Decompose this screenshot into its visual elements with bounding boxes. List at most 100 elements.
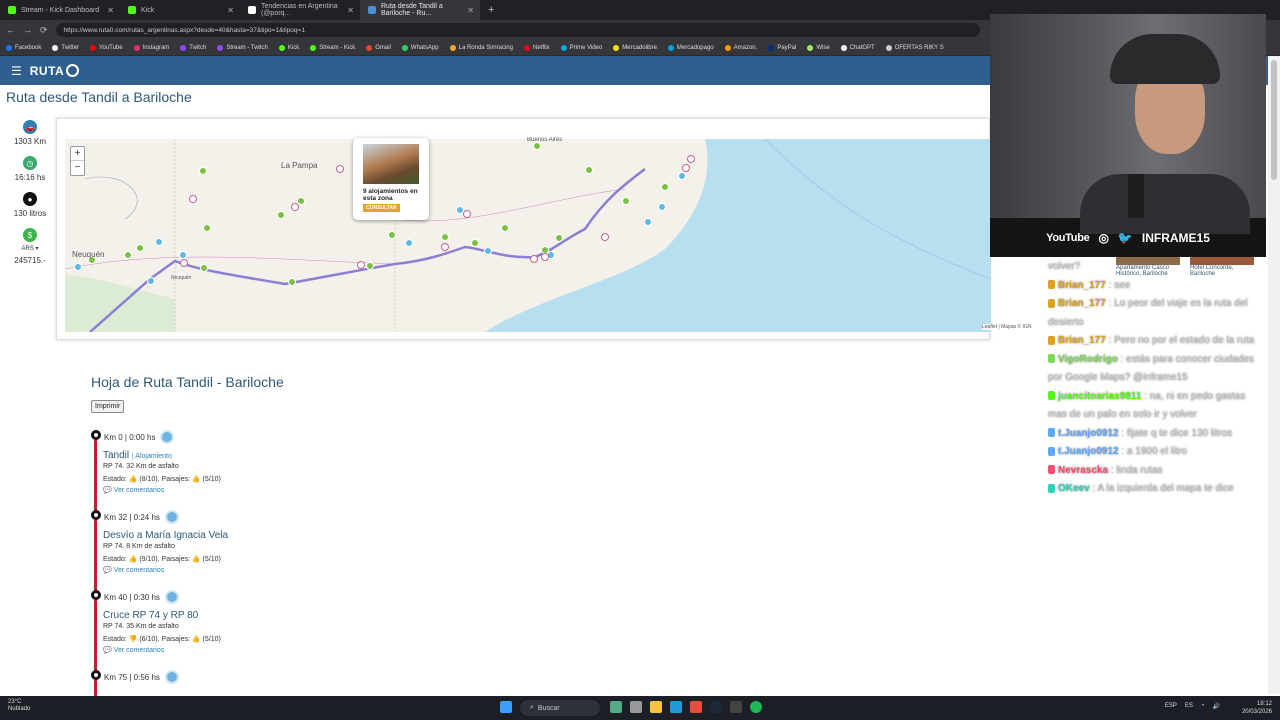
weather-cloud-icon[interactable] — [164, 510, 179, 524]
chat-username: Nevrascka — [1058, 464, 1109, 476]
bookmark-item[interactable]: Facebook — [6, 44, 41, 51]
ver-comentarios-link[interactable]: 💬 Ver comentarios — [103, 566, 164, 574]
weather-cloud-icon[interactable] — [160, 430, 175, 444]
waypoint-name[interactable]: Cruce RP 74 y RP 80 — [103, 610, 198, 621]
bookmark-icon — [768, 44, 775, 51]
ver-comentarios-link[interactable]: 💬 Ver comentarios — [103, 486, 164, 494]
chat-message: Nevrascka : linda rutas — [1048, 462, 1266, 481]
obs-icon[interactable] — [730, 701, 742, 713]
fuel-drop-icon: ● — [23, 192, 37, 206]
bookmark-item[interactable]: Wise — [807, 44, 830, 51]
chrome-icon[interactable] — [690, 701, 702, 713]
consultar-button[interactable]: CONSULTAR — [363, 204, 400, 212]
badge-icon — [1048, 280, 1055, 290]
taskbar-search[interactable]: ⌕ Buscar — [520, 700, 600, 716]
zoom-in-button[interactable]: + — [71, 147, 84, 161]
windows-start-icon[interactable] — [500, 701, 512, 713]
bookmark-item[interactable]: Prime Video — [560, 44, 602, 51]
bookmark-item[interactable]: Mercadolibre — [613, 44, 657, 51]
zoom-out-button[interactable]: − — [71, 161, 84, 175]
site-logo[interactable]: RUTA — [30, 64, 80, 78]
spotify-icon[interactable] — [750, 701, 762, 713]
bookmark-item[interactable]: Mercadopago — [667, 44, 714, 51]
back-icon[interactable]: ← — [6, 25, 15, 35]
close-icon[interactable]: ✕ — [347, 6, 354, 15]
time-stat: ◷ 16:16 hs — [0, 156, 60, 182]
lodging-photo — [363, 144, 419, 184]
menu-icon[interactable]: ☰ — [11, 64, 22, 78]
tab-label: Stream - Kick Dashboard — [21, 6, 100, 14]
close-icon[interactable]: ✕ — [467, 6, 474, 15]
bookmark-item[interactable]: WhatsApp — [401, 44, 439, 51]
bookmark-item[interactable]: Stream - Kick — [310, 44, 355, 51]
bookmark-item[interactable]: Gmail — [366, 44, 391, 51]
wifi-icon: ◔ — [1200, 703, 1205, 709]
bookmark-item[interactable]: YouTube — [90, 44, 123, 51]
close-icon[interactable]: ✕ — [107, 6, 114, 15]
chat-username: t.Juanjo0912 — [1058, 446, 1119, 457]
ver-comentarios-link[interactable]: 💬 Ver comentarios — [103, 646, 164, 654]
pinned-apps — [610, 701, 762, 713]
page-scrollbar[interactable] — [1268, 56, 1280, 694]
tab-tendencias[interactable]: Tendencias en Argentina (@porq... ✕ — [240, 0, 360, 20]
bookmark-item[interactable]: Instagram — [133, 44, 169, 51]
youtube-icon: YouTube — [1046, 231, 1090, 244]
bookmark-item[interactable]: Twitch — [180, 44, 206, 51]
badge-icon — [1048, 428, 1055, 438]
bookmark-item[interactable]: Amazon. — [724, 44, 757, 51]
map-label-neuquen-city: Neuquén — [171, 275, 192, 281]
file-explorer-icon[interactable] — [650, 701, 662, 713]
copilot-icon[interactable] — [610, 701, 622, 713]
map-tiles[interactable] — [65, 139, 991, 332]
weather-cloud-icon[interactable] — [164, 670, 179, 684]
new-tab-icon[interactable]: + — [480, 4, 502, 16]
clock[interactable]: 18:12 20/03/2026 — [1242, 700, 1272, 716]
print-button[interactable]: Imprimir — [91, 400, 125, 413]
bookmark-item[interactable]: Kick — [278, 44, 299, 51]
tab-label: Tendencias en Argentina (@porq... — [261, 3, 338, 17]
bookmark-item[interactable]: Twitter — [52, 44, 79, 51]
currency-select[interactable]: ARS ▾ — [0, 245, 60, 252]
bookmark-icon — [523, 44, 530, 51]
bookmark-icon — [560, 44, 567, 51]
volume-icon: 🔊 — [1212, 704, 1220, 710]
bookmark-icon — [401, 44, 408, 51]
waypoint-name[interactable]: Tandil | Alojamiento — [103, 450, 172, 461]
waypoint-name[interactable]: Desvío a María Ignacia Vela — [103, 530, 228, 541]
bookmark-item[interactable]: OFERTAS RIKY S — [885, 44, 944, 51]
stream-chat: volver? Brian_177 : see Brian_177 : Lo peo… — [1048, 258, 1266, 499]
system-tray[interactable]: ESP ES ◔ 🔊 — [1165, 703, 1220, 710]
waypoint-km: Km 40 | 0:30 hs — [104, 590, 179, 604]
chat-message: juancitoarias9811 : na, ni en pedo gasta… — [1048, 388, 1266, 425]
tab-kick-dashboard[interactable]: Stream - Kick Dashboard ✕ — [0, 0, 120, 20]
instagram-icon: ◎ — [1098, 230, 1109, 245]
waypoint-km: Km 0 | 0:00 hs — [104, 430, 175, 444]
weather-cloud-icon[interactable] — [164, 590, 179, 604]
chat-message: t.Juanjo0912 : a 1900 el litro — [1048, 443, 1266, 462]
reload-icon[interactable]: ⟳ — [40, 25, 48, 36]
bookmark-item[interactable]: La Ronda Simracing — [449, 44, 513, 51]
fuel-stat: ● 130 litros — [0, 192, 60, 218]
weather-widget[interactable]: 23°C Nublado — [8, 699, 30, 713]
scrollbar-thumb[interactable] — [1271, 60, 1277, 180]
address-bar[interactable]: https://www.ruta0.com/rutas_argentinas.a… — [55, 23, 980, 37]
bookmark-item[interactable]: Stream - Twitch — [217, 44, 268, 51]
bookmark-item[interactable]: ChatGPT — [840, 44, 875, 51]
close-icon[interactable]: ✕ — [227, 6, 234, 15]
forward-icon[interactable]: → — [23, 25, 32, 35]
map-attribution[interactable]: Leaflet | Mapas © IGN — [982, 324, 1032, 330]
task-view-icon[interactable] — [630, 701, 642, 713]
chat-username: t.Juanjo0912 — [1058, 427, 1119, 439]
chat-text: : fijate q te dice 130 litros — [1121, 427, 1232, 439]
kick-icon — [128, 6, 136, 14]
edge-icon[interactable] — [670, 701, 682, 713]
tab-kick[interactable]: Kick ✕ — [120, 0, 240, 20]
tab-ruta[interactable]: Ruta desde Tandil a Bariloche - Ru... ✕ — [360, 0, 480, 20]
bookmark-item[interactable]: PayPal — [768, 44, 796, 51]
bookmark-icon — [217, 44, 224, 51]
steam-icon[interactable] — [710, 701, 722, 713]
chat-text: volver? — [1048, 261, 1081, 272]
bookmark-item[interactable]: Netflix — [523, 44, 550, 51]
route-map[interactable]: La Pampa Neuquén Neuquén Buenos Aires — [56, 118, 991, 340]
waypoint-road: RP 74. 8 Km de asfalto — [103, 543, 175, 550]
